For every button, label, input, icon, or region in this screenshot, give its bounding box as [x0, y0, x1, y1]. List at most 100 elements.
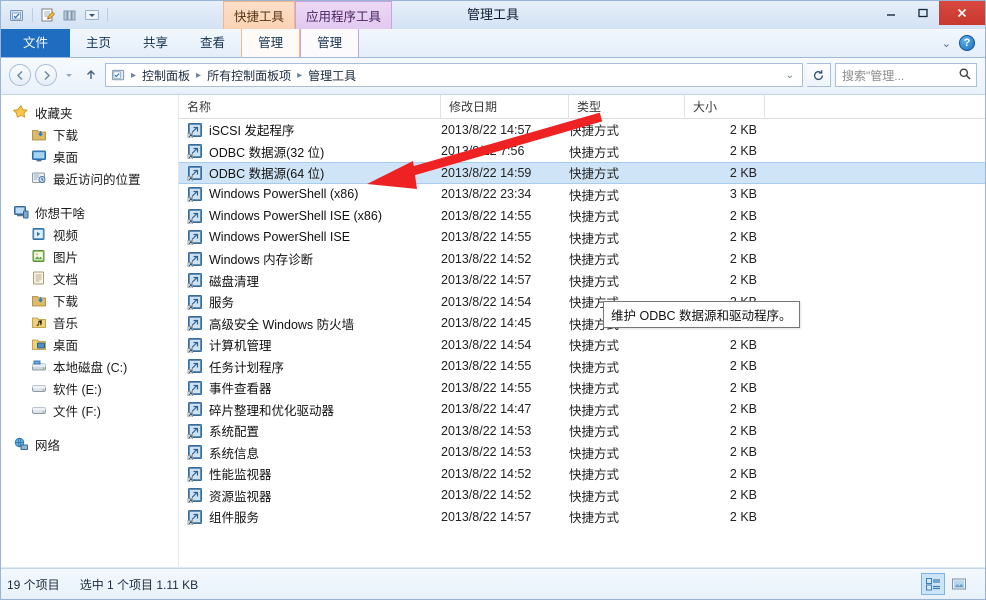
file-name-text: 服务 — [209, 296, 235, 311]
view-icon[interactable] — [60, 5, 80, 25]
sidebar-item-drive-f[interactable]: 文件 (F:) — [1, 399, 178, 421]
shortcut-icon — [187, 509, 203, 526]
large-icons-view-button[interactable] — [947, 573, 971, 595]
sidebar-item-videos-label: 视频 — [53, 228, 79, 243]
back-button[interactable] — [9, 64, 31, 86]
sidebar-item-local-disk-c[interactable]: 本地磁盘 (C:) — [1, 355, 178, 377]
sidebar-item-videos[interactable]: 视频 — [1, 223, 178, 245]
table-row[interactable]: 任务计划程序 2013/8/22 14:55 快捷方式 2 KB — [179, 356, 985, 378]
file-size-cell: 2 KB — [729, 509, 757, 524]
contextual-tab-quick-tools[interactable]: 快捷工具 — [223, 1, 296, 29]
table-row[interactable]: 高级安全 Windows 防火墙2013/8/22 14:45快捷方式2 KB — [179, 313, 985, 335]
table-row[interactable]: 事件查看器 2013/8/22 14:55 快捷方式 2 KB — [179, 377, 985, 399]
sidebar-item-downloads-2[interactable]: 下载 — [1, 289, 178, 311]
shortcut-icon — [187, 122, 203, 139]
chevron-down-icon[interactable]: ⌄ — [942, 37, 951, 50]
table-row[interactable]: Windows PowerShell (x86) 2013/8/22 23:34 快… — [179, 184, 985, 206]
file-name-text: Windows PowerShell ISE — [209, 230, 351, 245]
sidebar-group-network[interactable]: 网络 — [1, 433, 178, 455]
sidebar-item-recent-places-label: 最近访问的位置 — [53, 172, 141, 187]
sidebar-item-documents-label: 文档 — [53, 272, 79, 287]
table-row[interactable]: 系统信息 2013/8/22 14:53 快捷方式 2 KB — [179, 442, 985, 464]
refresh-button[interactable] — [807, 63, 831, 87]
table-row[interactable]: ODBC 数据源(32 位) 2013/8/22 7:56 快捷方式 2 KB — [179, 141, 985, 163]
sidebar-item-downloads[interactable]: 下载 — [1, 123, 178, 145]
breadcrumb-item-control-panel[interactable]: 控制面板 — [139, 67, 193, 84]
column-header-date[interactable]: 修改日期 — [441, 95, 569, 119]
maximize-button[interactable] — [907, 1, 939, 25]
table-row[interactable]: 系统配置 2013/8/22 14:53 快捷方式 2 KB — [179, 420, 985, 442]
breadcrumb-sep-1[interactable]: ▸ — [195, 70, 202, 81]
file-name-text: ODBC 数据源(64 位) — [209, 167, 325, 182]
title-bar: 快捷工具 应用程序工具 管理工具 — [1, 1, 985, 29]
table-row[interactable]: Windows 内存诊断 2013/8/22 14:52 快捷方式 2 KB — [179, 248, 985, 270]
sidebar-item-drive-e-label: 软件 (E:) — [53, 382, 102, 397]
column-header-type[interactable]: 类型 — [569, 95, 685, 119]
sidebar-item-desktop-2[interactable]: 桌面 — [1, 333, 178, 355]
file-list[interactable]: iSCSI 发起程序 2013/8/22 14:57 快捷方式 2 KB ODBC 数… — [179, 119, 985, 528]
table-row[interactable]: iSCSI 发起程序 2013/8/22 14:57 快捷方式 2 KB — [179, 119, 985, 141]
sidebar-item-documents[interactable]: 文档 — [1, 267, 178, 289]
search-input[interactable]: 搜索"管理... — [835, 63, 977, 87]
sidebar-item-recent-places[interactable]: 最近访问的位置 — [1, 167, 178, 189]
file-name-text: ODBC 数据源(32 位) — [209, 145, 325, 160]
sidebar-item-pictures[interactable]: 图片 — [1, 245, 178, 267]
table-row[interactable]: 磁盘清理 2013/8/22 14:57 快捷方式 2 KB — [179, 270, 985, 292]
tab-manage-application[interactable]: 管理 — [300, 29, 360, 57]
drive-icon — [31, 402, 47, 418]
column-header-filler — [765, 95, 985, 119]
table-row[interactable]: Windows PowerShell ISE 2013/8/22 14:55 快捷方… — [179, 227, 985, 249]
table-row[interactable]: ODBC 数据源(64 位) 2013/8/22 14:59 快捷方式 2 KB — [179, 162, 985, 184]
file-size-cell: 2 KB — [729, 251, 757, 266]
sidebar-item-desktop[interactable]: 桌面 — [1, 145, 178, 167]
table-row[interactable]: 资源监视器 2013/8/22 14:52 快捷方式 2 KB — [179, 485, 985, 507]
tab-view[interactable]: 查看 — [184, 29, 241, 57]
breadcrumb-dropdown-icon[interactable]: ⌄ — [786, 70, 798, 81]
sidebar-group-favorites[interactable]: 收藏夹 — [1, 101, 178, 123]
recent-locations-dropdown[interactable] — [61, 64, 77, 86]
breadcrumb[interactable]: ▸ 控制面板 ▸ 所有控制面板项 ▸ 管理工具 ⌄ — [105, 63, 803, 87]
column-header-name[interactable]: 名称 — [179, 95, 441, 119]
window-controls — [875, 1, 985, 25]
file-type-cell: 快捷方式 — [569, 188, 620, 203]
column-header-size[interactable]: 大小 — [685, 95, 765, 119]
shortcut-icon — [187, 444, 203, 461]
help-icon[interactable]: ? — [959, 35, 975, 51]
new-folder-icon[interactable] — [38, 5, 58, 25]
sidebar-item-drive-e[interactable]: 软件 (E:) — [1, 377, 178, 399]
sidebar-group-computer[interactable]: 你想干啥 — [1, 201, 178, 223]
table-row[interactable]: 碎片整理和优化驱动器 2013/8/22 14:47 快捷方式 2 KB — [179, 399, 985, 421]
table-row[interactable]: Windows PowerShell ISE (x86) 2013/8/22 14… — [179, 205, 985, 227]
breadcrumb-item-all-items[interactable]: 所有控制面板项 — [204, 67, 294, 84]
file-name-cell: 事件查看器 — [187, 378, 441, 397]
tab-share[interactable]: 共享 — [127, 29, 184, 57]
search-icon[interactable] — [958, 67, 972, 84]
file-date-cell: 2013/8/22 14:52 — [441, 488, 532, 503]
breadcrumb-sep-2[interactable]: ▸ — [296, 70, 303, 81]
file-date-cell: 2013/8/22 14:53 — [441, 445, 532, 460]
table-row[interactable]: 性能监视器 2013/8/22 14:52 快捷方式 2 KB — [179, 463, 985, 485]
close-button[interactable] — [939, 1, 985, 25]
sidebar-item-music[interactable]: 音乐 — [1, 311, 178, 333]
tab-file[interactable]: 文件 — [1, 29, 71, 57]
breadcrumb-item-admin-tools[interactable]: 管理工具 — [305, 67, 359, 84]
tab-manage-shortcut[interactable]: 管理 — [241, 29, 301, 57]
file-size-cell: 2 KB — [729, 466, 757, 481]
file-name-cell: 服务 — [187, 292, 441, 311]
shortcut-icon — [187, 487, 203, 504]
table-row[interactable]: 计算机管理 2013/8/22 14:54 快捷方式 2 KB — [179, 334, 985, 356]
navigation-pane[interactable]: 收藏夹 下载 桌面 最近访问的位置 你想干啥 视频 图片 文档 下载 音乐 桌面… — [1, 95, 179, 567]
customize-dropdown-icon[interactable] — [82, 5, 102, 25]
sidebar-item-downloads-label: 下载 — [53, 128, 79, 143]
details-view-button[interactable] — [921, 573, 945, 595]
table-row[interactable]: 服务2013/8/22 14:54快捷方式2 KB — [179, 291, 985, 313]
tab-home[interactable]: 主页 — [70, 29, 127, 57]
table-row[interactable]: 组件服务 2013/8/22 14:57 快捷方式 2 KB — [179, 506, 985, 528]
file-type-cell: 快捷方式 — [569, 274, 620, 289]
recent-places-icon — [31, 170, 47, 186]
minimize-button[interactable] — [875, 1, 907, 25]
up-button[interactable] — [81, 64, 101, 86]
folder-properties-icon[interactable] — [7, 5, 27, 25]
contextual-tab-application-tools[interactable]: 应用程序工具 — [295, 1, 393, 29]
forward-button[interactable] — [35, 64, 57, 86]
